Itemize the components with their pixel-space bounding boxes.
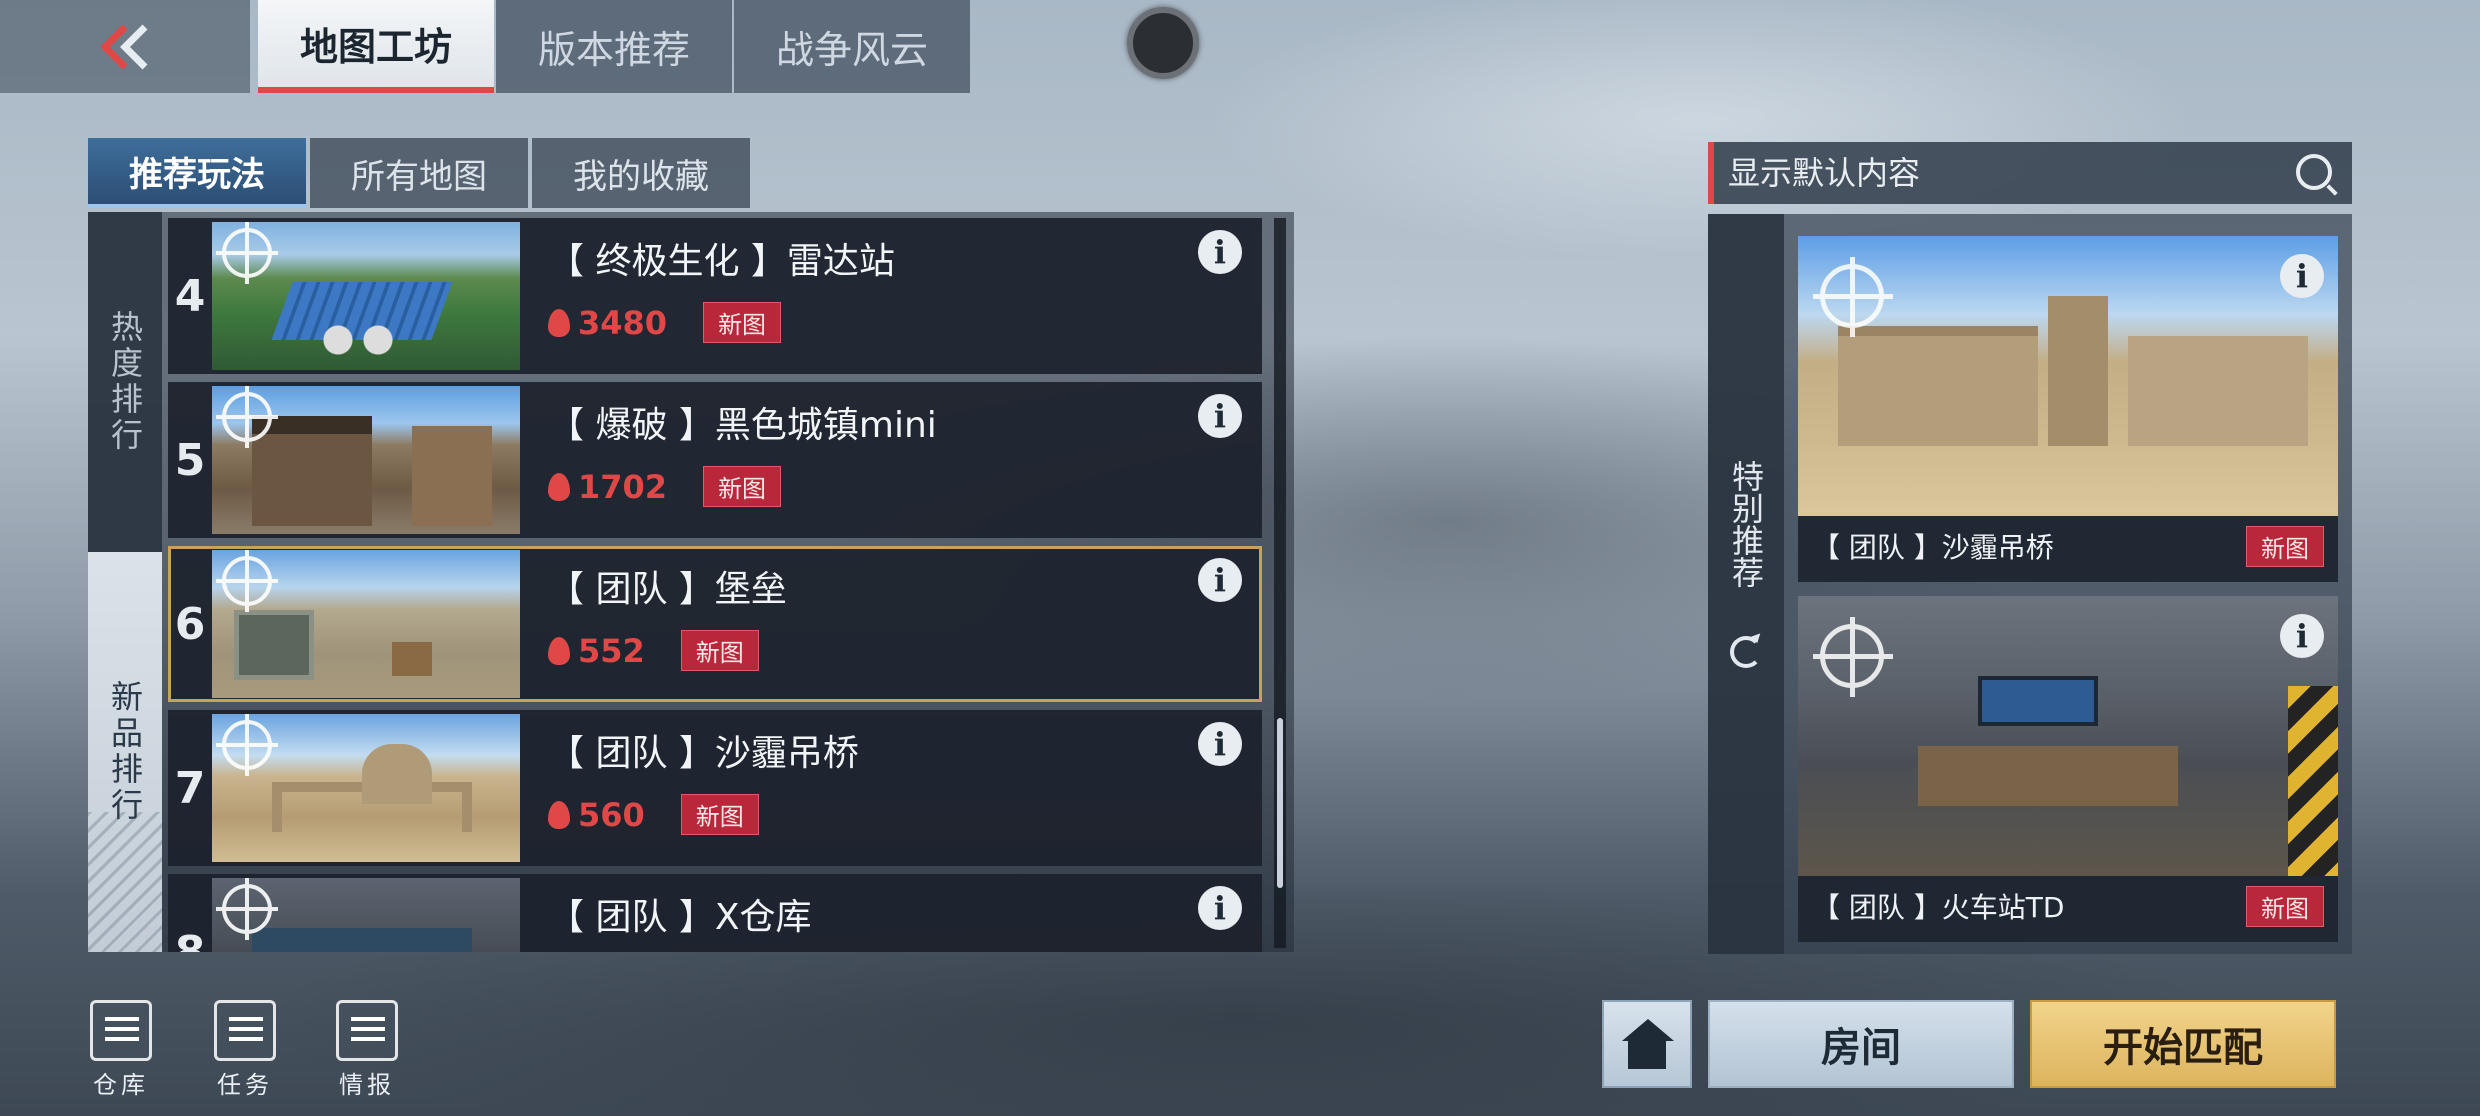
home-button[interactable] xyxy=(1602,1000,1692,1088)
featured-card[interactable]: i 【 团队 】沙霾吊桥 新图 xyxy=(1798,236,2338,582)
side-tab-hot-ranking[interactable]: 热度排行 xyxy=(88,212,162,552)
rank-number: 6 xyxy=(174,598,206,650)
refresh-icon[interactable] xyxy=(1730,636,1762,668)
subtab-recommended[interactable]: 推荐玩法 xyxy=(88,138,306,208)
info-icon[interactable]: i xyxy=(1198,722,1242,766)
map-title: 【 团队 】堡垒 xyxy=(548,569,787,610)
list-scrollbar[interactable] xyxy=(1274,218,1286,948)
info-icon[interactable]: i xyxy=(1198,558,1242,602)
intel-icon xyxy=(336,1000,398,1061)
new-badge: 新图 xyxy=(680,630,759,671)
record-button[interactable] xyxy=(1127,7,1199,79)
subtab-all-maps[interactable]: 所有地图 xyxy=(310,138,528,208)
sub-tab-bar: 推荐玩法 所有地图 我的收藏 xyxy=(88,138,750,208)
rank-number: 7 xyxy=(174,762,206,814)
heat-value: 3480 xyxy=(578,303,668,342)
new-badge: 新图 xyxy=(703,302,782,343)
flame-icon xyxy=(548,472,570,501)
side-tab-hot-label: 热度排行 xyxy=(106,310,144,454)
map-row-selected[interactable]: 6 【 团队 】堡垒 552 新图 i xyxy=(168,546,1262,702)
map-row[interactable]: 8 【 团队 】X仓库 新图 i xyxy=(168,874,1262,952)
scroll-thumb[interactable] xyxy=(1277,718,1283,888)
side-tab-new-ranking[interactable]: 新品排行 xyxy=(88,552,162,952)
map-thumbnail xyxy=(212,550,520,698)
featured-title: 【 团队 】沙霾吊桥 xyxy=(1812,531,2054,564)
home-icon xyxy=(1620,1019,1674,1069)
task-icon xyxy=(214,1000,276,1061)
flame-icon xyxy=(548,308,570,337)
room-button[interactable]: 房间 xyxy=(1708,1000,2014,1088)
map-list-panel: 热度排行 新品排行 4 【 终极生化 】雷达站 3480 新图 i 5 【 爆破… xyxy=(88,212,1294,952)
heat-count: 552 xyxy=(548,632,645,670)
task-label: 任务 xyxy=(217,1071,273,1099)
map-row[interactable]: 4 【 终极生化 】雷达站 3480 新图 i xyxy=(168,218,1262,374)
featured-label: 特别推荐 xyxy=(1727,460,1765,588)
intel-label: 情报 xyxy=(339,1071,395,1099)
intel-button[interactable]: 情报 xyxy=(312,1000,422,1100)
double-chevron-left-icon xyxy=(100,24,148,69)
map-title: 【 团队 】沙霾吊桥 xyxy=(548,733,859,774)
heat-count: 3480 xyxy=(548,304,667,342)
crosshair-icon xyxy=(216,222,278,284)
map-thumbnail xyxy=(212,878,520,952)
heat-count: 1702 xyxy=(548,468,667,506)
new-badge: 新图 xyxy=(2246,886,2324,927)
heat-count: 560 xyxy=(548,796,645,834)
search-icon[interactable] xyxy=(2296,154,2332,190)
crosshair-icon xyxy=(1813,257,1893,337)
tab-war-storm[interactable]: 战争风云 xyxy=(734,0,970,93)
map-title: 【 终极生化 】雷达站 xyxy=(548,241,895,282)
crosshair-icon xyxy=(1813,617,1893,697)
warehouse-label: 仓库 xyxy=(93,1071,149,1099)
search-bar[interactable] xyxy=(1708,142,2352,204)
info-icon[interactable]: i xyxy=(1198,230,1242,274)
featured-thumbnail xyxy=(1798,596,2338,876)
heat-value: 1702 xyxy=(578,467,668,506)
map-row[interactable]: 7 【 团队 】沙霾吊桥 560 新图 i xyxy=(168,710,1262,866)
new-badge: 新图 xyxy=(703,466,782,507)
flame-icon xyxy=(548,636,570,665)
warehouse-icon xyxy=(90,1000,152,1061)
flame-icon xyxy=(548,800,570,829)
map-title: 【 爆破 】黑色城镇mini xyxy=(548,405,937,446)
featured-card[interactable]: i 【 团队 】火车站TD 新图 xyxy=(1798,596,2338,942)
new-badge: 新图 xyxy=(680,794,759,835)
info-icon[interactable]: i xyxy=(1198,394,1242,438)
crosshair-icon xyxy=(216,386,278,448)
crosshair-icon xyxy=(216,714,278,776)
search-input[interactable] xyxy=(1728,154,2268,192)
featured-sidebar: 特别推荐 xyxy=(1708,214,1784,954)
map-thumbnail xyxy=(212,222,520,370)
new-badge: 新图 xyxy=(2246,526,2324,567)
rank-number: 5 xyxy=(174,434,206,486)
featured-panel: 特别推荐 i 【 团队 】沙霾吊桥 新图 i 【 团队 】火车站TD 新图 xyxy=(1708,214,2352,954)
subtab-favorites[interactable]: 我的收藏 xyxy=(532,138,750,208)
heat-value: 552 xyxy=(578,631,645,670)
crosshair-icon xyxy=(216,550,278,612)
info-icon[interactable]: i xyxy=(2280,614,2324,658)
crosshair-icon xyxy=(216,878,278,940)
ranking-side-tabs: 热度排行 新品排行 xyxy=(88,212,162,952)
featured-title: 【 团队 】火车站TD xyxy=(1812,891,2065,924)
map-title: 【 团队 】X仓库 xyxy=(548,897,812,938)
tab-map-workshop[interactable]: 地图工坊 xyxy=(258,0,494,93)
start-match-button[interactable]: 开始匹配 xyxy=(2030,1000,2336,1088)
tab-version-recommend[interactable]: 版本推荐 xyxy=(496,0,732,93)
map-thumbnail xyxy=(212,386,520,534)
rank-number: 4 xyxy=(174,270,206,322)
rank-number: 8 xyxy=(174,926,206,953)
warehouse-button[interactable]: 仓库 xyxy=(66,1000,176,1100)
task-button[interactable]: 任务 xyxy=(190,1000,300,1100)
map-rows: 4 【 终极生化 】雷达站 3480 新图 i 5 【 爆破 】黑色城镇mini… xyxy=(168,218,1262,952)
info-icon[interactable]: i xyxy=(1198,886,1242,930)
side-tab-new-label: 新品排行 xyxy=(106,680,144,824)
back-button[interactable] xyxy=(0,0,250,93)
heat-value: 560 xyxy=(578,795,645,834)
featured-thumbnail xyxy=(1798,236,2338,516)
map-thumbnail xyxy=(212,714,520,862)
map-row[interactable]: 5 【 爆破 】黑色城镇mini 1702 新图 i xyxy=(168,382,1262,538)
info-icon[interactable]: i xyxy=(2280,254,2324,298)
